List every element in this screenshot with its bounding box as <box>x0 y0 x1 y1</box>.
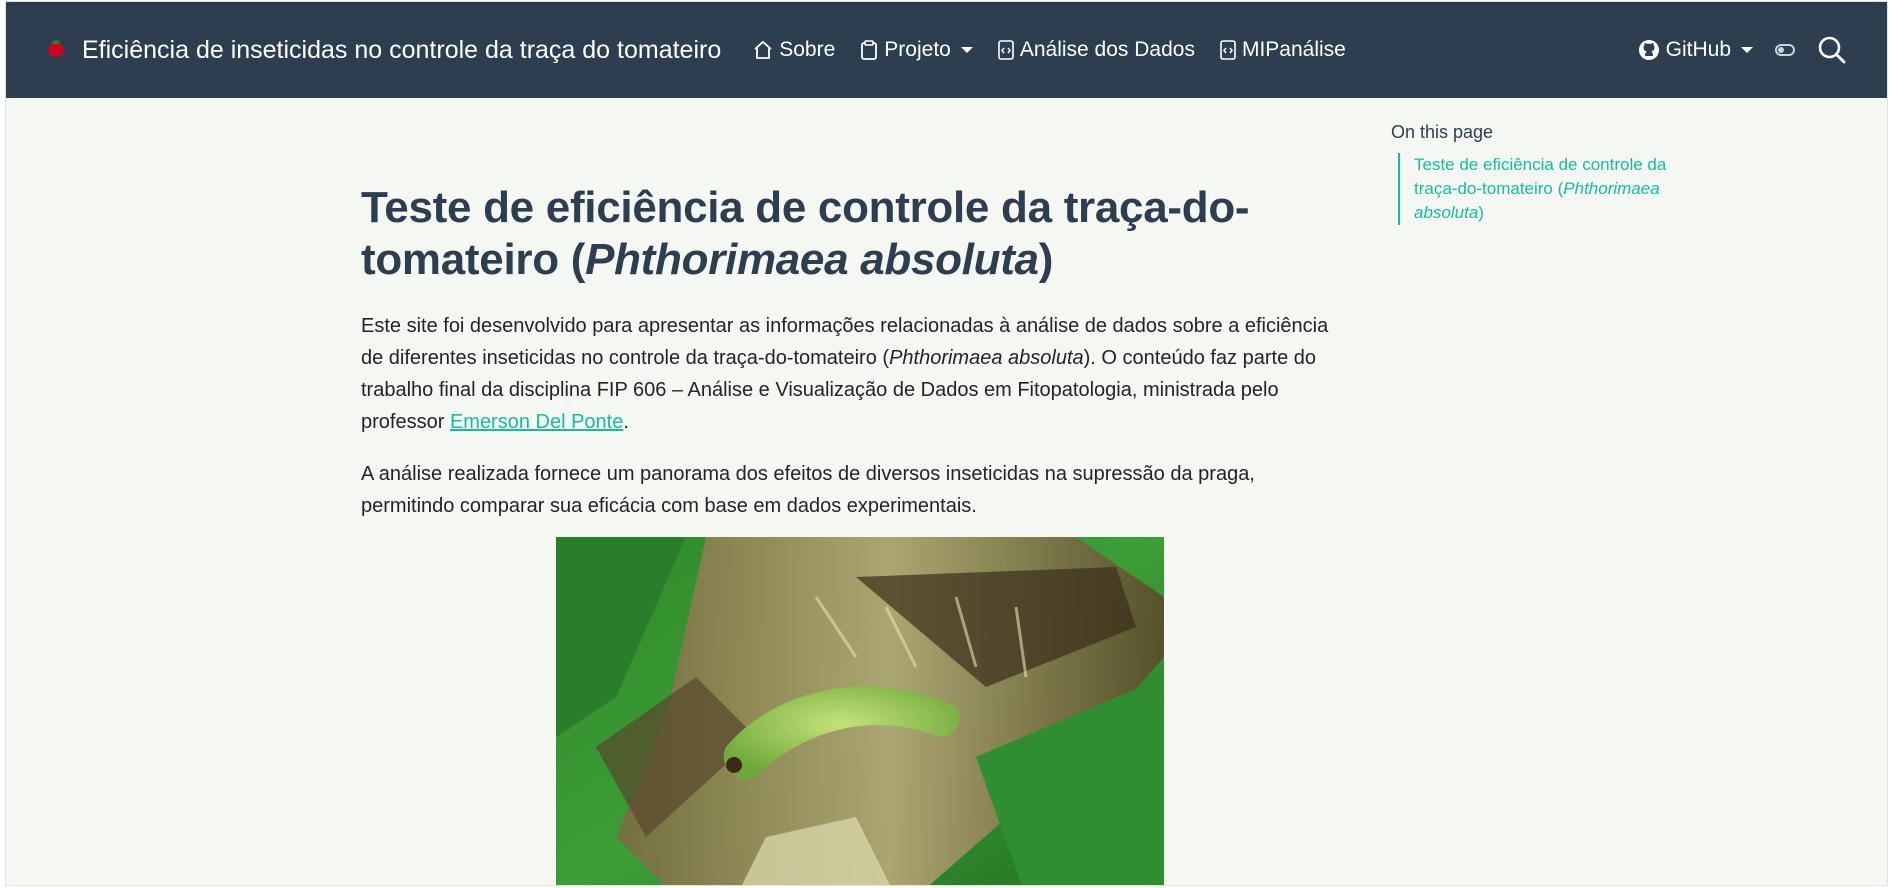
nav-item-analise-dos-dados[interactable]: Análise dos Dados <box>998 38 1195 62</box>
tomato-leafminer-photo <box>556 537 1164 885</box>
clipboard-icon <box>861 40 878 60</box>
navbar-tools: GitHub <box>1638 2 1847 98</box>
nav-item-label: Sobre <box>779 38 836 61</box>
table-of-contents: On this page Teste de eficiência de cont… <box>1391 122 1691 225</box>
nav-item-label: Análise dos Dados <box>1019 38 1195 61</box>
intro-paragraph: Este site foi desenvolvido para apresent… <box>361 310 1351 438</box>
search-icon[interactable] <box>1817 35 1847 65</box>
chevron-down-icon <box>1741 47 1753 53</box>
professor-link[interactable]: Emerson Del Ponte <box>450 411 623 433</box>
nav-item-sobre[interactable]: Sobre <box>753 38 835 62</box>
code-file-icon <box>1220 40 1236 60</box>
toc-item[interactable]: Teste de eficiência de controle da traça… <box>1414 153 1691 225</box>
top-navbar: Eficiência de inseticidas no controle da… <box>6 2 1887 98</box>
toc-list: Teste de eficiência de controle da traça… <box>1398 153 1691 225</box>
larva-image <box>556 537 1164 885</box>
dark-mode-toggle-icon[interactable] <box>1775 44 1795 56</box>
home-icon <box>754 40 772 59</box>
github-label: GitHub <box>1665 38 1731 61</box>
page-title-species: Phthorimaea absoluta <box>585 235 1039 284</box>
page-title: Teste de eficiência de controle da traça… <box>361 182 1351 286</box>
page-title-close: ) <box>1038 235 1054 284</box>
toc-item-close: ) <box>1478 203 1484 222</box>
analysis-paragraph: A análise realizada fornece um panorama … <box>361 463 1255 517</box>
nav-item-projeto[interactable]: Projeto <box>860 38 973 62</box>
brand[interactable]: Eficiência de inseticidas no controle da… <box>48 36 721 65</box>
toc-title: On this page <box>1391 122 1494 142</box>
code-file-icon <box>998 40 1014 60</box>
nav-item-label: MIPanálise <box>1241 38 1346 61</box>
intro-species: Phthorimaea absoluta <box>889 347 1084 369</box>
nav-item-label: Projeto <box>884 38 951 61</box>
page-frame: Eficiência de inseticidas no controle da… <box>5 1 1888 886</box>
nav-links: Sobre Projeto Análise dos Dados MIPanáli… <box>753 38 1371 62</box>
main-content: Teste de eficiência de controle da traça… <box>361 182 1351 542</box>
github-menu[interactable]: GitHub <box>1638 38 1753 62</box>
intro-text-end: . <box>623 411 629 433</box>
github-icon <box>1638 40 1659 60</box>
nav-item-mipanalise[interactable]: MIPanálise <box>1220 38 1346 62</box>
chevron-down-icon <box>960 47 973 53</box>
tomato-icon <box>48 40 64 57</box>
site-title[interactable]: Eficiência de inseticidas no controle da… <box>82 36 721 65</box>
